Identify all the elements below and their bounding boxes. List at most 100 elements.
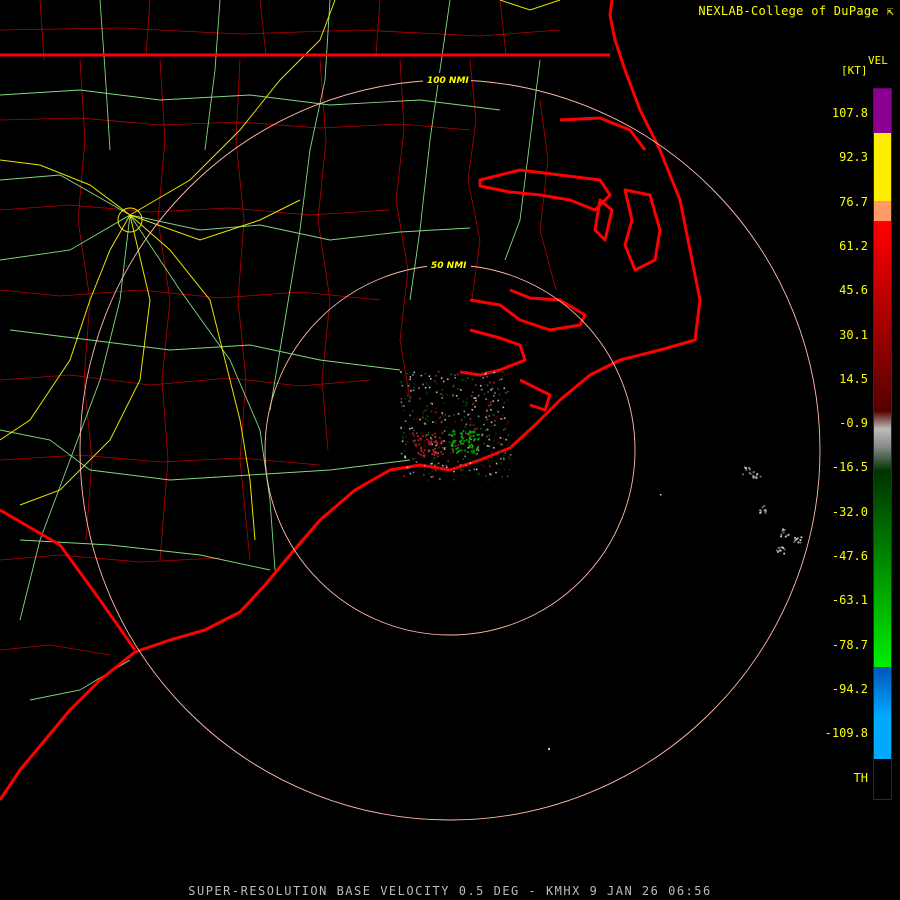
echo-pixel — [401, 440, 404, 442]
echo-pixel — [400, 381, 403, 383]
echo-pixel — [435, 391, 438, 394]
echo-pixel — [465, 475, 467, 478]
echo-pixel — [483, 465, 485, 468]
echo-pixel — [426, 407, 429, 410]
echo-pixel — [420, 432, 423, 435]
echo-pixel — [463, 410, 466, 413]
echo-pixel — [470, 420, 472, 423]
echo-pixel — [490, 421, 493, 424]
echo-pixel — [492, 400, 495, 402]
echo-pixel — [748, 467, 750, 469]
echo-pixel — [451, 443, 454, 446]
legend-tick: 45.6 — [839, 283, 868, 298]
echo-pixel — [465, 464, 467, 467]
echo-pixel — [502, 437, 504, 440]
echo-pixel — [444, 447, 446, 449]
echo-pixel — [441, 397, 443, 399]
echo-pixel — [776, 549, 778, 552]
echo-pixel — [491, 460, 493, 463]
echo-pixel — [505, 438, 507, 441]
echo-pixel — [503, 454, 505, 456]
echo-pixel — [431, 403, 434, 405]
echo-pixel — [453, 413, 455, 416]
echo-pixel — [477, 415, 480, 418]
echo-pixel — [407, 385, 410, 387]
echo-pixel — [508, 441, 510, 443]
echo-pixel — [440, 451, 443, 453]
echo-pixel — [438, 468, 440, 471]
echo-pixel — [444, 413, 446, 416]
echo-pixel — [460, 469, 463, 472]
echo-pixel — [447, 460, 449, 462]
echo-pixel — [752, 474, 755, 477]
echo-pixel — [431, 434, 434, 436]
echo-pixel — [433, 457, 436, 459]
echo-pixel — [468, 432, 470, 435]
echo-pixel — [506, 444, 509, 446]
echo-pixel — [473, 468, 476, 471]
echo-pixel — [495, 462, 498, 465]
echo-pixel — [462, 449, 464, 452]
echo-pixel — [486, 375, 489, 378]
echo-pixel — [421, 435, 424, 438]
legend-tick: -0.9 — [839, 416, 868, 431]
echo-pixel — [463, 416, 466, 418]
echo-pixel — [466, 401, 468, 404]
echo-pixel — [409, 414, 411, 417]
echo-pixel — [783, 548, 786, 551]
legend-product: VEL — [868, 54, 888, 67]
echo-pixel — [435, 464, 438, 466]
echo-pixel — [503, 468, 506, 471]
echo-pixel — [401, 384, 404, 387]
echo-pixel — [409, 376, 412, 378]
echo-pixel — [502, 414, 504, 417]
echo-pixel — [422, 383, 424, 386]
echo-pixel — [415, 461, 418, 463]
echo-pixel — [485, 475, 487, 477]
echo-pixel — [427, 384, 430, 387]
echo-pixel — [465, 432, 467, 435]
echo-pixel — [454, 420, 456, 423]
echo-pixel — [493, 424, 496, 426]
echo-pixel — [445, 467, 448, 470]
echo-pixel — [471, 378, 474, 381]
echo-pixel — [504, 373, 506, 376]
echo-pixel — [457, 373, 459, 376]
echo-pixel — [499, 443, 501, 445]
echo-pixel — [443, 402, 445, 404]
echo-pixel — [469, 430, 471, 433]
echo-pixel — [430, 442, 433, 444]
echo-pixel — [754, 476, 756, 478]
echo-pixel — [494, 432, 497, 435]
echo-pixel — [799, 541, 802, 544]
echo-pixel — [490, 403, 492, 406]
echo-pixel — [401, 403, 403, 406]
echo-pixel — [466, 398, 468, 401]
external-link-icon[interactable]: ⇱ — [886, 4, 894, 18]
echo-pixel — [500, 378, 503, 380]
echo-pixel — [405, 392, 408, 394]
echo-pixel — [452, 440, 455, 442]
range-rings — [79, 79, 821, 821]
echo-pixel — [442, 380, 445, 383]
echo-pixel — [490, 457, 493, 459]
echo-pixel — [434, 441, 437, 443]
echo-pixel — [498, 441, 500, 444]
echo-pixel — [491, 425, 493, 427]
echo-pixel — [408, 466, 410, 469]
echo-pixel — [441, 453, 444, 455]
echo-pixel — [457, 444, 460, 446]
echo-pixel — [404, 397, 407, 400]
echo-pixel — [412, 389, 415, 392]
echo-pixel — [431, 453, 434, 456]
echo-pixel — [478, 473, 480, 475]
echo-pixel — [405, 443, 407, 446]
echo-pixel — [497, 399, 499, 402]
echo-pixel — [497, 370, 499, 373]
echo-pixel — [432, 421, 434, 423]
echo-pixel — [452, 451, 454, 454]
echo-pixel — [420, 446, 423, 449]
echo-pixel — [406, 372, 408, 375]
ring-label-100: 100 NMI — [427, 76, 469, 86]
echo-pixel — [414, 457, 417, 459]
